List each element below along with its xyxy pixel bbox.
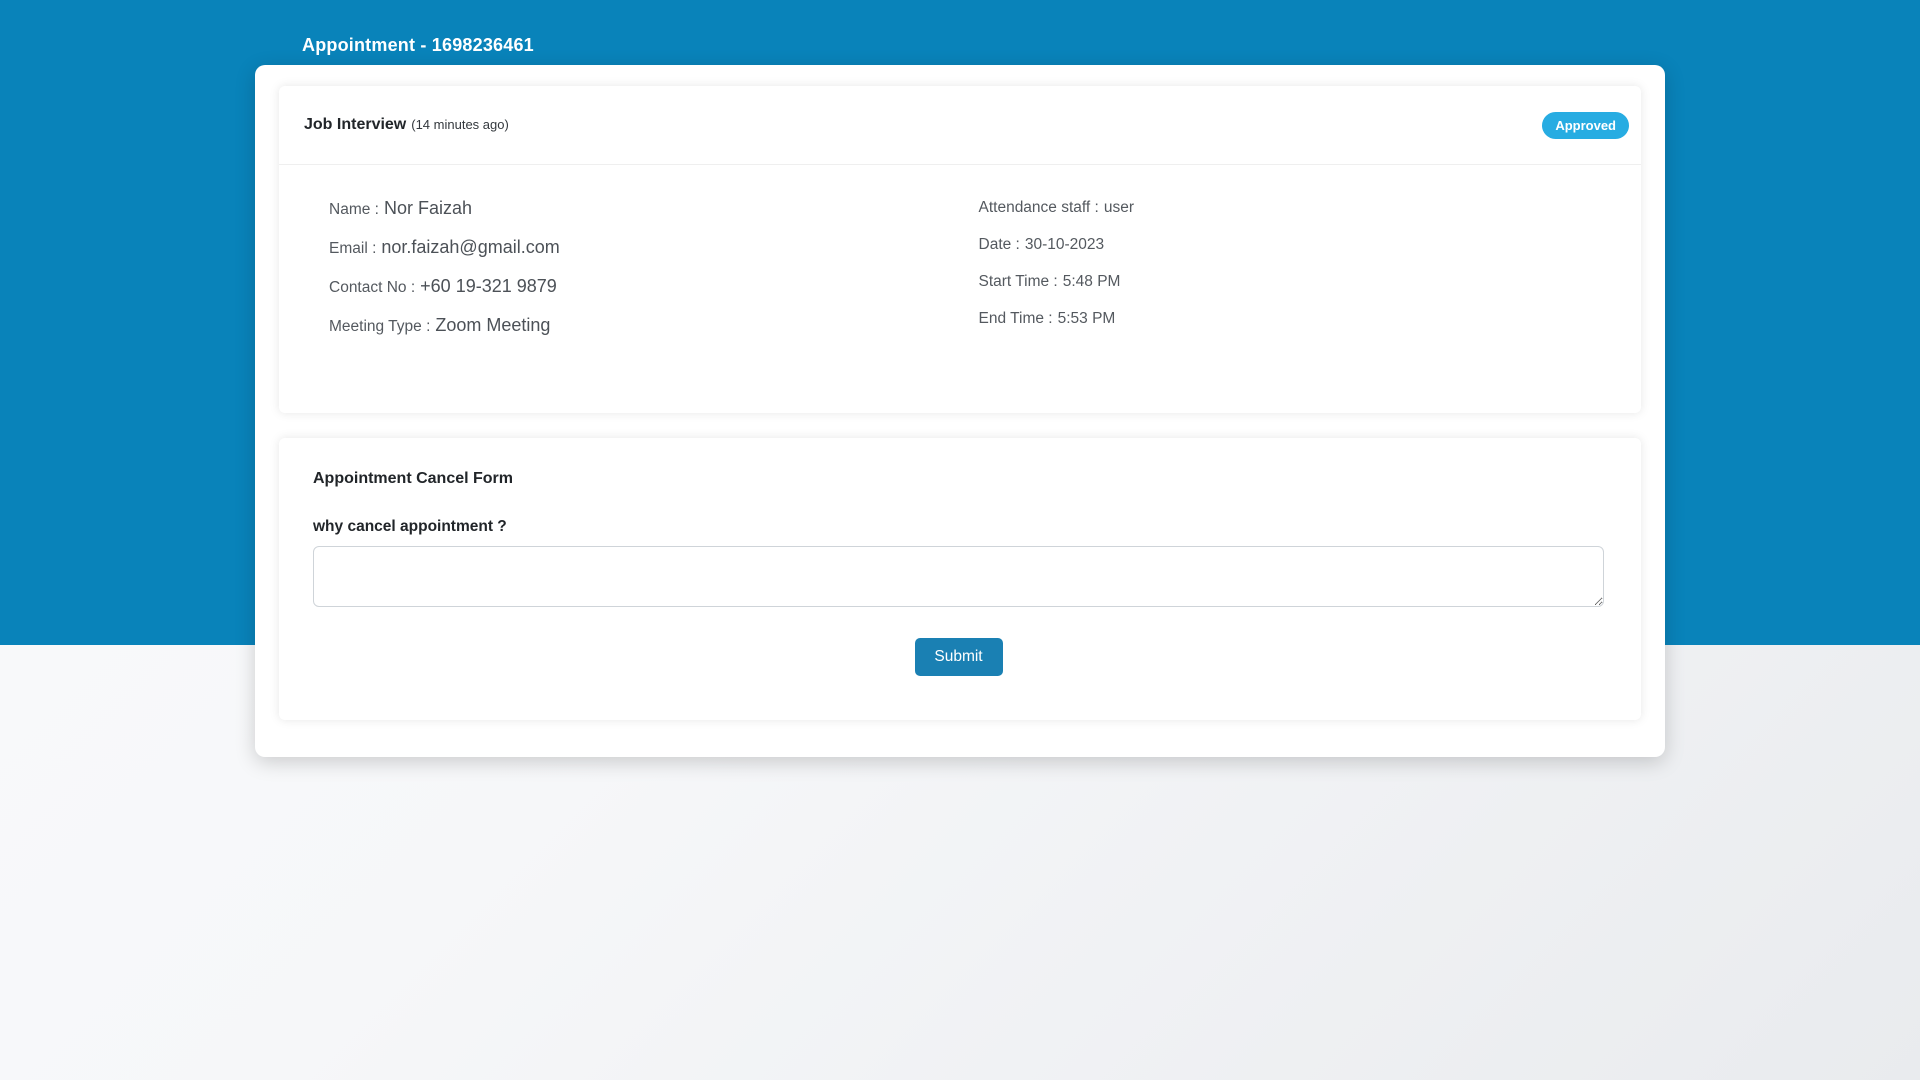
meeting-type-value: Zoom Meeting [435, 315, 550, 335]
detail-row-date: Date : 30-10-2023 [979, 235, 1618, 255]
cancel-form-card: Appointment Cancel Form why cancel appoi… [279, 438, 1641, 720]
cancel-reason-label: why cancel appointment ? [313, 518, 1604, 536]
start-time-label: Start Time : [979, 273, 1058, 290]
appointment-page-card: Job Interview (14 minutes ago) Approved N… [255, 65, 1665, 757]
cancel-reason-textarea[interactable] [313, 546, 1604, 607]
detail-row-end-time: End Time : 5:53 PM [979, 309, 1618, 329]
staff-value: user [1104, 199, 1134, 216]
date-value: 30-10-2023 [1025, 236, 1104, 253]
detail-row-start-time: Start Time : 5:48 PM [979, 272, 1618, 292]
end-time-value: 5:53 PM [1058, 310, 1116, 327]
name-label: Name : [329, 201, 379, 218]
contact-value: +60 19-321 9879 [420, 276, 557, 296]
staff-label: Attendance staff : [979, 199, 1099, 216]
appointment-time-ago: (14 minutes ago) [411, 117, 509, 132]
detail-column-left: Name : Nor Faizah Email : nor.faizah@gmail… [303, 198, 968, 354]
contact-label: Contact No : [329, 279, 415, 296]
detail-row-staff: Attendance staff : user [979, 198, 1618, 218]
meeting-type-label: Meeting Type : [329, 318, 430, 335]
date-label: Date : [979, 236, 1020, 253]
start-time-value: 5:48 PM [1063, 273, 1121, 290]
name-value: Nor Faizah [384, 198, 472, 218]
detail-row-name: Name : Nor Faizah [329, 198, 968, 220]
submit-button[interactable]: Submit [915, 638, 1003, 676]
appointment-detail-header: Job Interview (14 minutes ago) Approved [279, 86, 1641, 165]
email-value: nor.faizah@gmail.com [381, 237, 559, 257]
appointment-title-group: Job Interview (14 minutes ago) [304, 116, 509, 134]
detail-row-contact: Contact No : +60 19-321 9879 [329, 276, 968, 298]
page-title: Appointment - 1698236461 [302, 35, 534, 56]
detail-row-email: Email : nor.faizah@gmail.com [329, 237, 968, 259]
appointment-detail-card: Job Interview (14 minutes ago) Approved N… [279, 86, 1641, 413]
cancel-form-title: Appointment Cancel Form [313, 470, 1604, 488]
end-time-label: End Time : [979, 310, 1053, 327]
appointment-title: Job Interview [304, 116, 406, 133]
detail-row-meeting-type: Meeting Type : Zoom Meeting [329, 315, 968, 337]
status-badge: Approved [1542, 112, 1629, 139]
email-label: Email : [329, 240, 376, 257]
appointment-detail-body: Name : Nor Faizah Email : nor.faizah@gmail… [279, 165, 1641, 354]
detail-column-right: Attendance staff :user Date :30-10-2023 … [968, 198, 1618, 354]
